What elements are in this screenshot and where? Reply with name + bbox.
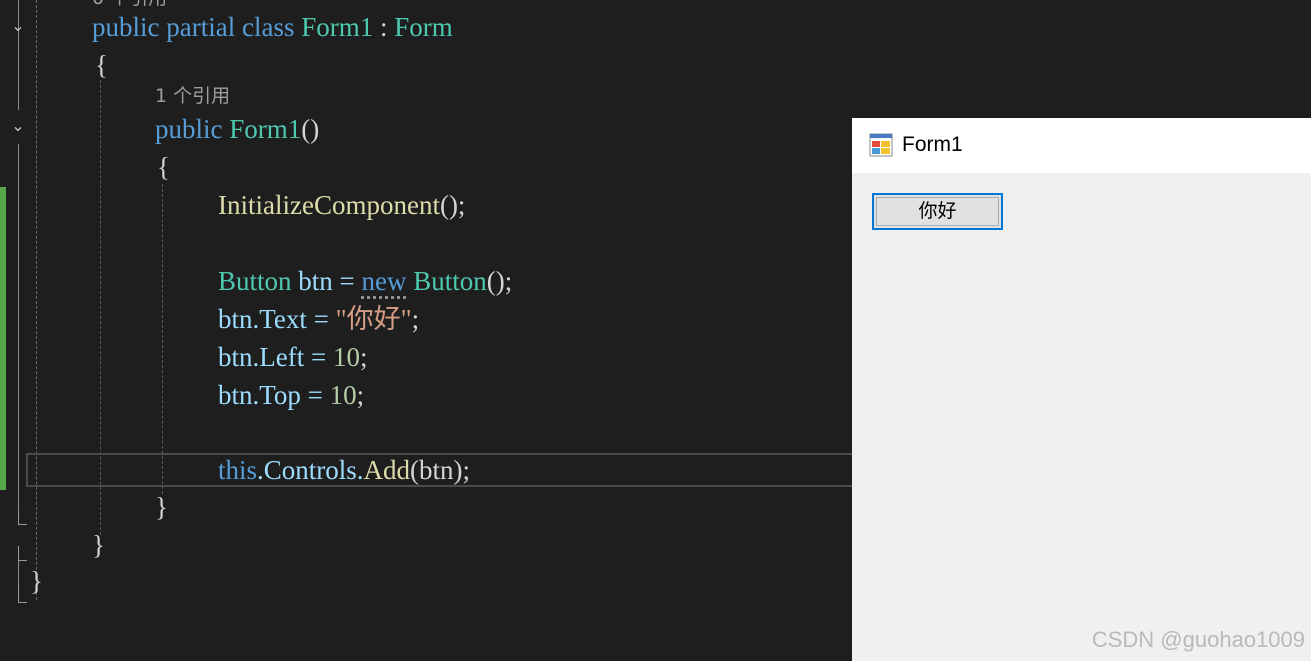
outline-end-marker — [18, 510, 27, 525]
type-name: Button — [413, 266, 487, 296]
collapse-ctor-chevron-icon[interactable]: ⌄ — [8, 116, 28, 136]
string-literal: "你好" — [335, 304, 412, 334]
constructor-name: Form1 — [229, 114, 302, 144]
outline-end-marker — [18, 584, 27, 603]
punctuation: (btn); — [410, 455, 471, 485]
variable: btn = — [291, 266, 362, 296]
method-name: Add — [363, 455, 411, 485]
window-title: Form1 — [902, 133, 963, 156]
form1-window[interactable]: Form1 你好 — [852, 118, 1311, 661]
code-line-new-button: Button btn = new Button(); — [218, 264, 512, 298]
brace: } — [30, 566, 43, 596]
code-line-brace: } — [92, 528, 105, 562]
punctuation: () — [301, 114, 320, 144]
brace: } — [155, 492, 168, 522]
indent-guide — [36, 0, 37, 600]
window-titlebar[interactable]: Form1 — [852, 118, 1311, 173]
code-line-controls-add: this.Controls.Add(btn); — [218, 453, 470, 487]
code-line-constructor: public Form1() — [155, 112, 319, 146]
code-line-brace: { — [157, 150, 170, 184]
change-indicator-bar — [0, 187, 6, 490]
number-literal: 10 — [329, 380, 357, 410]
screenshot-root: ⌄ ⌄ 0 个引用 public partial class Form1 : F… — [0, 0, 1311, 661]
outline-end-marker — [18, 546, 27, 561]
punctuation: (); — [439, 190, 466, 220]
number-literal: 10 — [332, 342, 360, 372]
punctuation: ; — [356, 380, 365, 410]
code-line-class-declaration: public partial class Form1 : Form — [92, 10, 453, 44]
collapse-class-chevron-icon[interactable]: ⌄ — [8, 16, 28, 36]
keyword: this — [218, 455, 258, 485]
class-name: Form1 — [301, 12, 374, 42]
form-client-area: 你好 — [852, 173, 1311, 661]
keyword: public — [155, 114, 223, 144]
codelens-references[interactable]: 1 个引用 — [155, 84, 230, 108]
member-access: .Controls. — [257, 455, 364, 485]
keyword: partial — [166, 12, 236, 42]
type-name: Button — [218, 266, 292, 296]
code-line-brace: } — [155, 490, 168, 524]
code-line-text-assign: btn.Text = "你好"; — [218, 302, 419, 336]
code-line-top-assign: btn.Top = 10; — [218, 378, 364, 412]
keyword-with-suggestion[interactable]: new — [362, 266, 407, 296]
indent-guide — [162, 184, 163, 494]
code-line-left-assign: btn.Left = 10; — [218, 340, 367, 374]
hello-button-label: 你好 — [918, 200, 957, 222]
code-line-initialize: InitializeComponent(); — [218, 188, 465, 222]
punctuation: : — [373, 12, 395, 42]
outline-guide — [18, 144, 19, 524]
code-line-brace: } — [30, 564, 43, 598]
method-name: InitializeComponent — [218, 190, 440, 220]
codelens-references[interactable]: 0 个引用 — [92, 0, 167, 10]
punctuation: ; — [359, 342, 368, 372]
winforms-app-icon — [869, 133, 893, 157]
brace: { — [95, 50, 108, 80]
keyword: public — [92, 12, 160, 42]
property-access: btn.Top = — [218, 380, 330, 410]
keyword: class — [241, 12, 295, 42]
code-line-brace: { — [95, 48, 108, 82]
watermark-text: CSDN @guohao1009 — [1091, 627, 1305, 652]
base-class-name: Form — [394, 12, 453, 42]
brace: { — [157, 152, 170, 182]
brace: } — [92, 530, 105, 560]
punctuation: ; — [411, 304, 420, 334]
property-access: btn.Text = — [218, 304, 336, 334]
property-access: btn.Left = — [218, 342, 333, 372]
hello-button[interactable]: 你好 — [872, 193, 1003, 230]
punctuation: (); — [486, 266, 513, 296]
